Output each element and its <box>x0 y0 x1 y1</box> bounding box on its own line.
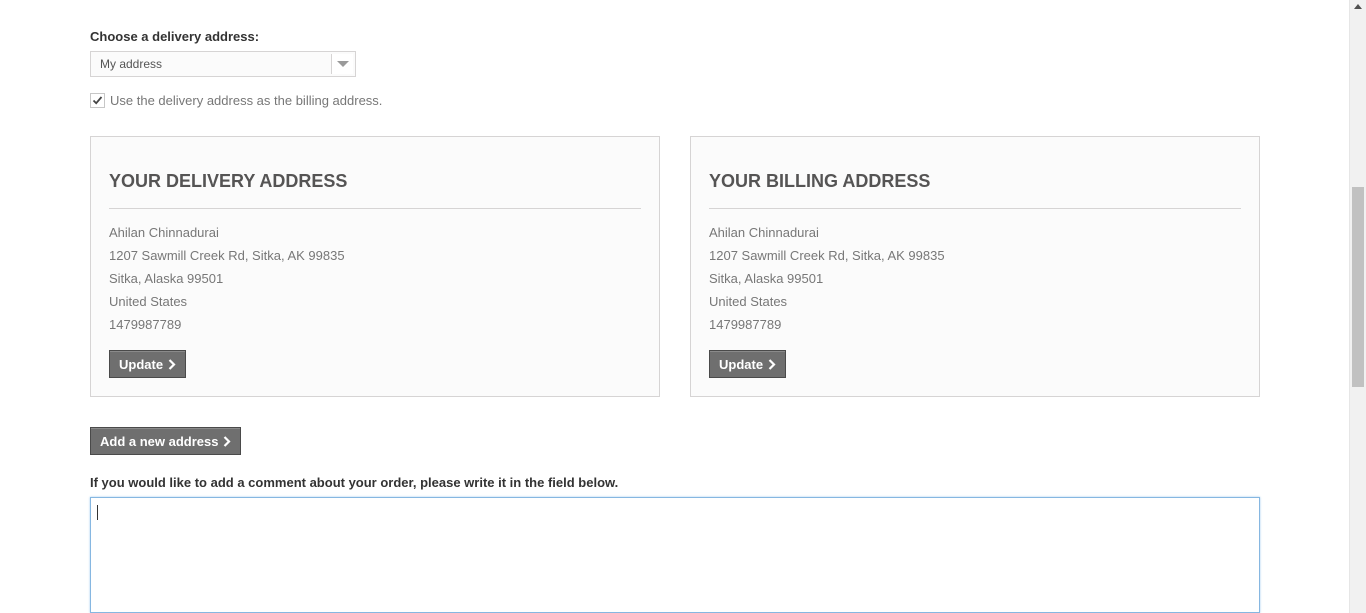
scroll-thumb[interactable] <box>1352 187 1364 387</box>
billing-street: 1207 Sawmill Creek Rd, Sitka, AK 99835 <box>709 248 945 263</box>
update-label: Update <box>719 357 764 372</box>
page: Choose a delivery address: My address Us… <box>0 0 1366 613</box>
delivery-phone: 1479987789 <box>109 317 182 332</box>
divider <box>109 208 641 209</box>
add-address-label: Add a new address <box>100 434 219 449</box>
delivery-address-box: Your delivery address Ahilan Chinnadurai… <box>90 136 660 397</box>
delivery-street: 1207 Sawmill Creek Rd, Sitka, AK 99835 <box>109 248 345 263</box>
delivery-select-value: My address <box>100 57 163 71</box>
divider <box>709 208 1241 209</box>
checkmark-icon <box>92 96 103 105</box>
delivery-select-label: Choose a delivery address: <box>90 29 260 44</box>
chevron-right-icon <box>768 358 776 373</box>
delivery-name: Ahilan Chinnadurai <box>109 225 219 240</box>
billing-update-button[interactable]: Update <box>709 350 787 378</box>
chevron-right-icon <box>223 435 232 450</box>
billing-country: United States <box>709 294 788 309</box>
billing-same-label[interactable]: Use the delivery address as the billing … <box>110 93 382 108</box>
dropdown-button[interactable] <box>331 54 353 74</box>
delivery-update-button[interactable]: Update <box>109 350 187 378</box>
text-caret <box>97 505 98 520</box>
vertical-scrollbar[interactable] <box>1349 0 1366 613</box>
comment-label: If you would like to add a comment about… <box>90 475 619 490</box>
billing-address-box: Your billing address Ahilan Chinnadurai … <box>690 136 1260 397</box>
update-label: Update <box>119 357 164 372</box>
add-address-button[interactable]: Add a new address <box>90 427 242 455</box>
delivery-address-title: Your delivery address <box>109 171 348 191</box>
comment-textarea[interactable] <box>90 497 1260 613</box>
billing-name: Ahilan Chinnadurai <box>709 225 819 240</box>
billing-phone: 1479987789 <box>709 317 782 332</box>
delivery-city: Sitka, Alaska 99501 <box>109 271 224 286</box>
billing-city: Sitka, Alaska 99501 <box>709 271 824 286</box>
billing-address-title: Your billing address <box>709 171 931 191</box>
billing-same-checkbox[interactable] <box>90 93 105 108</box>
chevron-down-icon <box>337 61 349 67</box>
chevron-right-icon <box>168 358 176 373</box>
scroll-up-icon[interactable] <box>1354 4 1362 9</box>
delivery-country: United States <box>109 294 188 309</box>
delivery-address-select[interactable]: My address <box>90 51 356 77</box>
